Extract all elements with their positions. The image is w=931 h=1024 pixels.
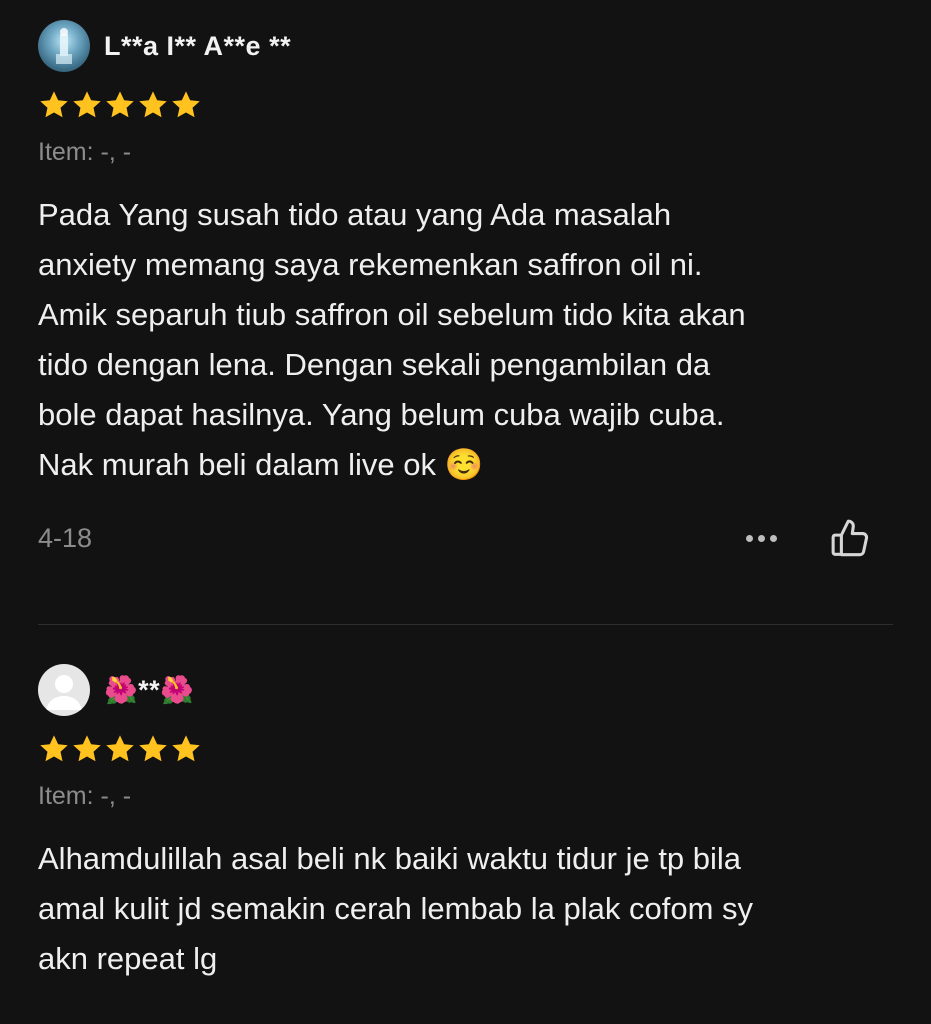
review-card: L**a I** A**e ** Item: -, - Pada Yang su… <box>38 18 893 560</box>
star-icon <box>106 735 134 762</box>
star-icon <box>172 735 200 762</box>
item-variant: Item: -, - <box>38 782 132 810</box>
star-icon <box>139 91 167 118</box>
review-card: 🌺**🌺 Item: -, - Alhamdulillah asal beli … <box>38 662 893 984</box>
review-footer: 4-18 <box>38 516 893 560</box>
star-icon <box>139 735 167 762</box>
item-variant: Item: -, - <box>38 138 132 166</box>
avatar[interactable] <box>38 20 90 72</box>
star-icon <box>106 91 134 118</box>
star-icon <box>73 91 101 118</box>
thumbs-up-icon[interactable] <box>827 515 873 561</box>
review-header: 🌺**🌺 <box>38 662 893 718</box>
review-header: L**a I** A**e ** <box>38 18 893 74</box>
review-date: 4-18 <box>38 522 93 553</box>
star-rating <box>38 732 893 766</box>
star-icon <box>172 91 200 118</box>
reviewer-name: 🌺**🌺 <box>104 675 195 705</box>
star-icon <box>40 735 68 762</box>
divider <box>38 624 893 625</box>
more-horizontal-icon[interactable] <box>746 534 777 542</box>
star-icon <box>40 91 68 118</box>
review-text: Pada Yang susah tido atau yang Ada masal… <box>38 197 746 482</box>
star-icon <box>73 735 101 762</box>
review-text: Alhamdulillah asal beli nk baiki waktu t… <box>38 841 754 976</box>
reviewer-name: L**a I** A**e ** <box>104 30 292 61</box>
default-user-icon <box>46 675 82 710</box>
avatar[interactable] <box>38 664 90 716</box>
star-rating <box>38 88 893 122</box>
avatar-photo-icon <box>56 28 72 64</box>
review-actions <box>746 515 873 561</box>
